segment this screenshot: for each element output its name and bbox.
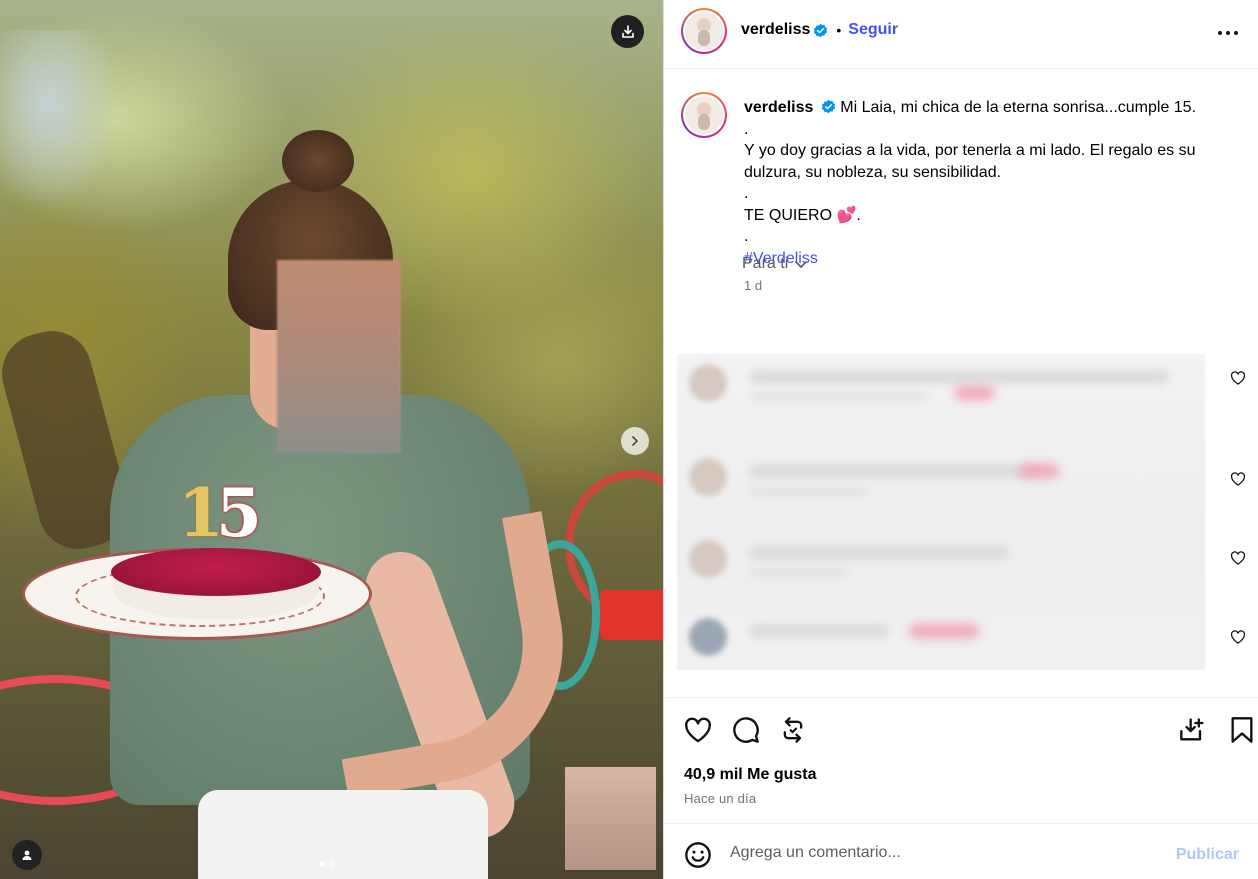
like-button[interactable] [683, 715, 713, 745]
chevron-down-icon [795, 261, 808, 268]
download-icon [1180, 718, 1204, 741]
add-comment-bar: Publicar [664, 823, 1258, 879]
comment-row [689, 534, 1189, 584]
red-chair-seat [600, 590, 663, 640]
user-tag-icon [22, 850, 32, 860]
comment-row [689, 612, 1189, 662]
more-options-icon [1218, 31, 1238, 35]
blurred-comments-list [677, 354, 1205, 670]
comment-like-button[interactable] [1229, 369, 1247, 387]
blurred-child-face [565, 767, 656, 870]
caption-line-3: Y yo doy gracias a la vida, por tenerla … [744, 142, 1196, 181]
likes-count[interactable]: 40,9 mil Me gusta [684, 766, 817, 784]
bookmark-icon [1231, 717, 1253, 743]
publish-button[interactable]: Publicar [1176, 846, 1239, 864]
caption-author-avatar[interactable] [681, 92, 727, 138]
follow-button[interactable]: Seguir [848, 21, 898, 39]
comment-icon [733, 717, 759, 743]
carousel-dot [329, 861, 335, 867]
heart-icon [1230, 472, 1246, 486]
comment-row [689, 452, 1189, 502]
caption-username[interactable]: verdeliss [744, 99, 813, 116]
post-actions: 40,9 mil Me gusta Hace un día [664, 697, 1258, 823]
hair-bun [282, 130, 354, 192]
comment-row [689, 358, 1189, 408]
carousel-indicator [319, 861, 335, 867]
heart-icon [1230, 371, 1246, 385]
header-separator: • [836, 22, 842, 38]
caption-line-4: . [744, 185, 749, 202]
chevron-right-icon [632, 436, 638, 446]
download-post-button[interactable] [1178, 715, 1208, 745]
author-avatar[interactable] [681, 8, 727, 54]
author-username[interactable]: verdeliss [741, 21, 810, 39]
emoji-button[interactable] [683, 840, 713, 870]
caption-timestamp[interactable]: 1 d [744, 278, 762, 293]
heart-icon [1230, 551, 1246, 565]
download-button[interactable] [611, 15, 644, 48]
repost-button[interactable] [778, 715, 808, 745]
caption-line-5: TE QUIERO 💕. [744, 206, 861, 224]
blurred-face [277, 260, 401, 453]
comment-sort-label: Para ti [742, 255, 789, 272]
comment-sort-dropdown[interactable]: Para ti [742, 255, 808, 273]
comment-like-button[interactable] [1229, 628, 1247, 646]
hashtag-link[interactable]: #Verdeliss [744, 248, 1224, 270]
caption-text: verdeliss Mi Laia, mi chica de la eterna… [744, 97, 1224, 269]
post-photo[interactable]: 1 5 [0, 0, 663, 879]
carousel-dot-active [319, 861, 325, 867]
comment-input[interactable] [730, 836, 1160, 870]
next-photo-button[interactable] [621, 427, 649, 455]
tagged-users-button[interactable] [12, 840, 42, 870]
heart-icon [685, 717, 711, 743]
caption-line-6: . [744, 228, 749, 245]
post-header: verdeliss • Seguir [664, 0, 1258, 69]
more-options-button[interactable] [1215, 22, 1241, 44]
repost-icon [783, 717, 803, 743]
heart-icon [1230, 630, 1246, 644]
person-arm [305, 511, 585, 799]
save-button[interactable] [1227, 715, 1257, 745]
caption-line-2: . [744, 120, 749, 138]
emoji-icon [685, 842, 711, 868]
comment-like-button[interactable] [1229, 549, 1247, 567]
sky-background [0, 30, 120, 210]
white-shorts [198, 790, 488, 879]
comment-like-button[interactable] [1229, 470, 1247, 488]
download-icon [621, 24, 634, 38]
cake-topping [111, 548, 321, 596]
candle-digit-five: 5 [216, 474, 262, 552]
post-timestamp[interactable]: Hace un día [684, 791, 756, 806]
verified-badge-icon [821, 99, 836, 114]
caption-line-1: Mi Laia, mi chica de la eterna sonrisa..… [840, 99, 1197, 116]
verified-badge-icon [813, 23, 828, 38]
header-user: verdeliss • Seguir [741, 21, 898, 39]
comment-button[interactable] [731, 715, 761, 745]
post-details-panel: verdeliss • Seguir verdeliss Mi Laia, mi… [663, 0, 1258, 879]
